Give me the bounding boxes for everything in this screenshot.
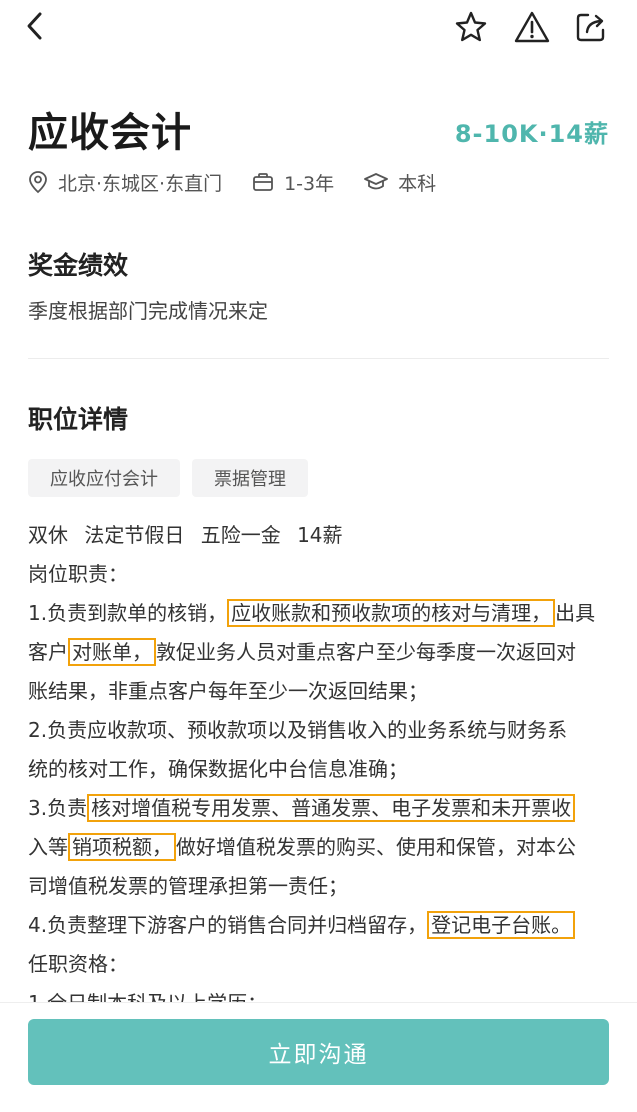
section-divider	[28, 358, 609, 359]
share-icon	[576, 13, 605, 42]
salary-range: 8-10K·14薪	[454, 120, 609, 148]
skill-tag: 应收应付会计	[28, 459, 180, 497]
description-line: 统的核对工作，确保数据化中台信息准确；	[28, 757, 408, 781]
highlight-box: 销项税额，	[68, 833, 176, 861]
location-text: 北京·东城区·东直门	[58, 172, 223, 195]
description-line: 1.全日制本科及以上学历；	[28, 991, 268, 1004]
description-line: 1.负责到款单的核销， 应收账款和预收款项的核对与清理， 出具	[28, 599, 596, 627]
highlight-box: 应收账款和预收款项的核对与清理，	[227, 599, 556, 627]
briefcase-icon	[253, 173, 273, 191]
description-line: 双休 法定节假日 五险一金 14薪	[28, 523, 343, 547]
bottom-action-bar: 立即沟通	[0, 1002, 637, 1112]
job-description: 双休 法定节假日 五险一金 14薪 岗位职责： 1.负责到款单的核销， 应收账款和…	[28, 516, 613, 1004]
skill-tag: 票据管理	[192, 459, 308, 497]
highlight-box: 核对增值税专用发票、普通发票、电子发票和未开票收	[87, 794, 576, 822]
bonus-description: 季度根据部门完成情况来定	[28, 299, 268, 323]
chevron-left-icon	[27, 12, 42, 40]
graduation-cap-icon	[364, 173, 389, 190]
highlight-box: 对账单，	[68, 638, 156, 666]
description-line: 入等 销项税额， 做好增值税发票的购买、使用和保管，对本公	[28, 833, 576, 861]
favorite-button[interactable]	[452, 8, 490, 46]
education-info: 本科	[364, 169, 436, 196]
warning-icon	[514, 11, 550, 43]
description-line: 任职资格：	[28, 952, 128, 976]
location-info: 北京·东城区·东直门	[28, 169, 222, 196]
report-button[interactable]	[512, 8, 552, 46]
description-line: 3.负责 核对增值税专用发票、普通发票、电子发票和未开票收	[28, 789, 613, 828]
experience-text: 1-3年	[284, 172, 335, 195]
detail-section-title: 职位详情	[28, 405, 129, 434]
description-line: 2.负责应收款项、预收款项以及销售收入的业务系统与财务系	[28, 718, 568, 742]
description-line: 岗位职责：	[28, 562, 128, 586]
share-button[interactable]	[572, 8, 610, 46]
education-text: 本科	[398, 172, 437, 195]
description-line: 司增值税发票的管理承担第一责任；	[28, 874, 348, 898]
skill-tags: 应收应付会计 票据管理	[28, 459, 320, 497]
description-line: 4.负责整理下游客户的销售合同并归档留存， 登记电子台账。	[28, 906, 613, 945]
description-line: 账结果，非重点客户每年至少一次返回结果；	[28, 679, 428, 703]
job-meta: 北京·东城区·东直门 1-3年 本科	[28, 166, 466, 198]
chat-now-button[interactable]: 立即沟通	[28, 1019, 609, 1085]
highlight-box: 登记电子台账。	[427, 911, 576, 939]
star-icon	[455, 11, 487, 42]
job-title: 应收会计	[28, 110, 192, 156]
experience-info: 1-3年	[252, 169, 334, 196]
bonus-section-title: 奖金绩效	[28, 251, 129, 280]
back-button[interactable]	[20, 8, 50, 44]
location-pin-icon	[29, 171, 47, 194]
description-line: 客户 对账单， 敦促业务人员对重点客户至少每季度一次返回对	[28, 638, 576, 666]
top-bar	[0, 0, 637, 56]
